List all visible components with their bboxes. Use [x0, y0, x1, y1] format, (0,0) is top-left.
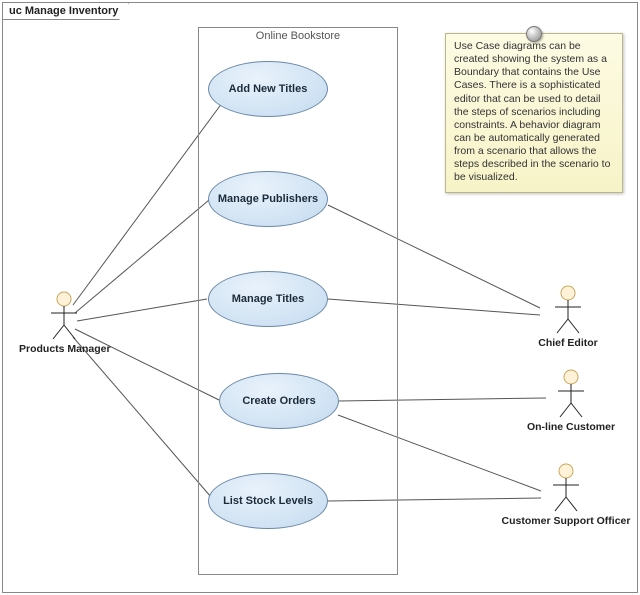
pin-icon — [526, 26, 542, 42]
actor-chief-editor[interactable]: Chief Editor — [513, 285, 623, 349]
usecase-list-stock-levels[interactable]: List Stock Levels — [208, 473, 328, 529]
assoc-pm-stock — [73, 337, 211, 497]
usecase-manage-titles[interactable]: Manage Titles — [208, 271, 328, 327]
usecase-label: Add New Titles — [229, 83, 308, 95]
diagram-frame: uc Manage Inventory Online Bookstore Add… — [2, 2, 638, 593]
actor-icon — [551, 285, 585, 335]
note[interactable]: Use Case diagrams can be created showing… — [445, 33, 623, 193]
actor-icon — [549, 463, 583, 513]
actor-online-customer[interactable]: On-line Customer — [511, 369, 631, 433]
actor-label: Chief Editor — [513, 337, 623, 349]
usecase-label: Manage Titles — [232, 293, 305, 305]
usecase-manage-publishers[interactable]: Manage Publishers — [208, 171, 328, 227]
usecase-label: Create Orders — [242, 395, 315, 407]
actor-icon — [554, 369, 588, 419]
usecase-add-new-titles[interactable]: Add New Titles — [208, 61, 328, 117]
actor-label: On-line Customer — [511, 421, 631, 433]
actor-icon — [47, 291, 81, 341]
note-text: Use Case diagrams can be created showing… — [454, 40, 610, 183]
usecase-label: List Stock Levels — [223, 495, 313, 507]
actor-products-manager[interactable]: Products Manager — [19, 291, 109, 355]
frame-title: uc Manage Inventory — [2, 2, 129, 20]
frame-title-text: uc Manage Inventory — [9, 5, 118, 17]
actor-label: Customer Support Officer — [491, 515, 640, 527]
system-boundary-title: Online Bookstore — [199, 30, 397, 42]
actor-label: Products Manager — [19, 343, 109, 355]
usecase-create-orders[interactable]: Create Orders — [219, 373, 339, 429]
usecase-label: Manage Publishers — [218, 193, 318, 205]
actor-customer-support-officer[interactable]: Customer Support Officer — [491, 463, 640, 527]
